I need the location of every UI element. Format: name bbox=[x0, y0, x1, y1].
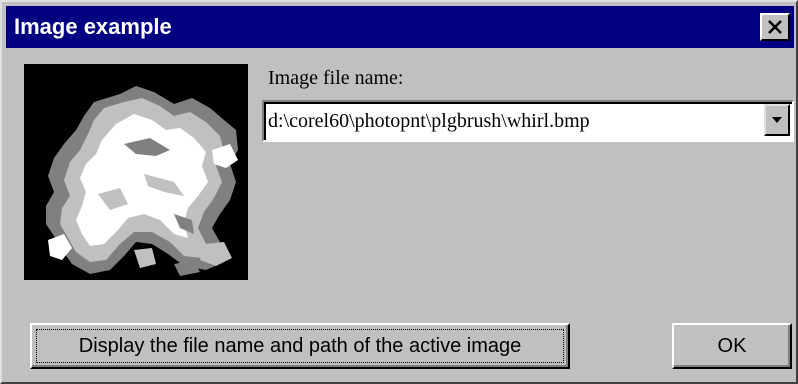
image-file-name-value[interactable]: d:\corel60\photopnt\plgbrush\whirl.bmp bbox=[268, 109, 590, 133]
close-button[interactable] bbox=[760, 13, 790, 41]
combobox-dropdown-button[interactable] bbox=[764, 104, 790, 136]
window-title: Image example bbox=[14, 14, 172, 39]
image-file-name-label: Image file name: bbox=[268, 67, 404, 89]
ok-button-label: OK bbox=[717, 334, 747, 357]
display-file-name-button[interactable]: Display the file name and path of the ac… bbox=[30, 323, 570, 369]
close-icon bbox=[768, 20, 782, 34]
title-bar[interactable]: Image example bbox=[6, 6, 794, 48]
display-file-name-button-label: Display the file name and path of the ac… bbox=[78, 334, 522, 357]
image-preview bbox=[24, 64, 248, 280]
ok-button[interactable]: OK bbox=[672, 323, 792, 369]
chevron-down-icon bbox=[772, 117, 782, 123]
image-file-name-combobox[interactable]: d:\corel60\photopnt\plgbrush\whirl.bmp bbox=[262, 100, 794, 142]
whirl-image bbox=[24, 64, 248, 280]
